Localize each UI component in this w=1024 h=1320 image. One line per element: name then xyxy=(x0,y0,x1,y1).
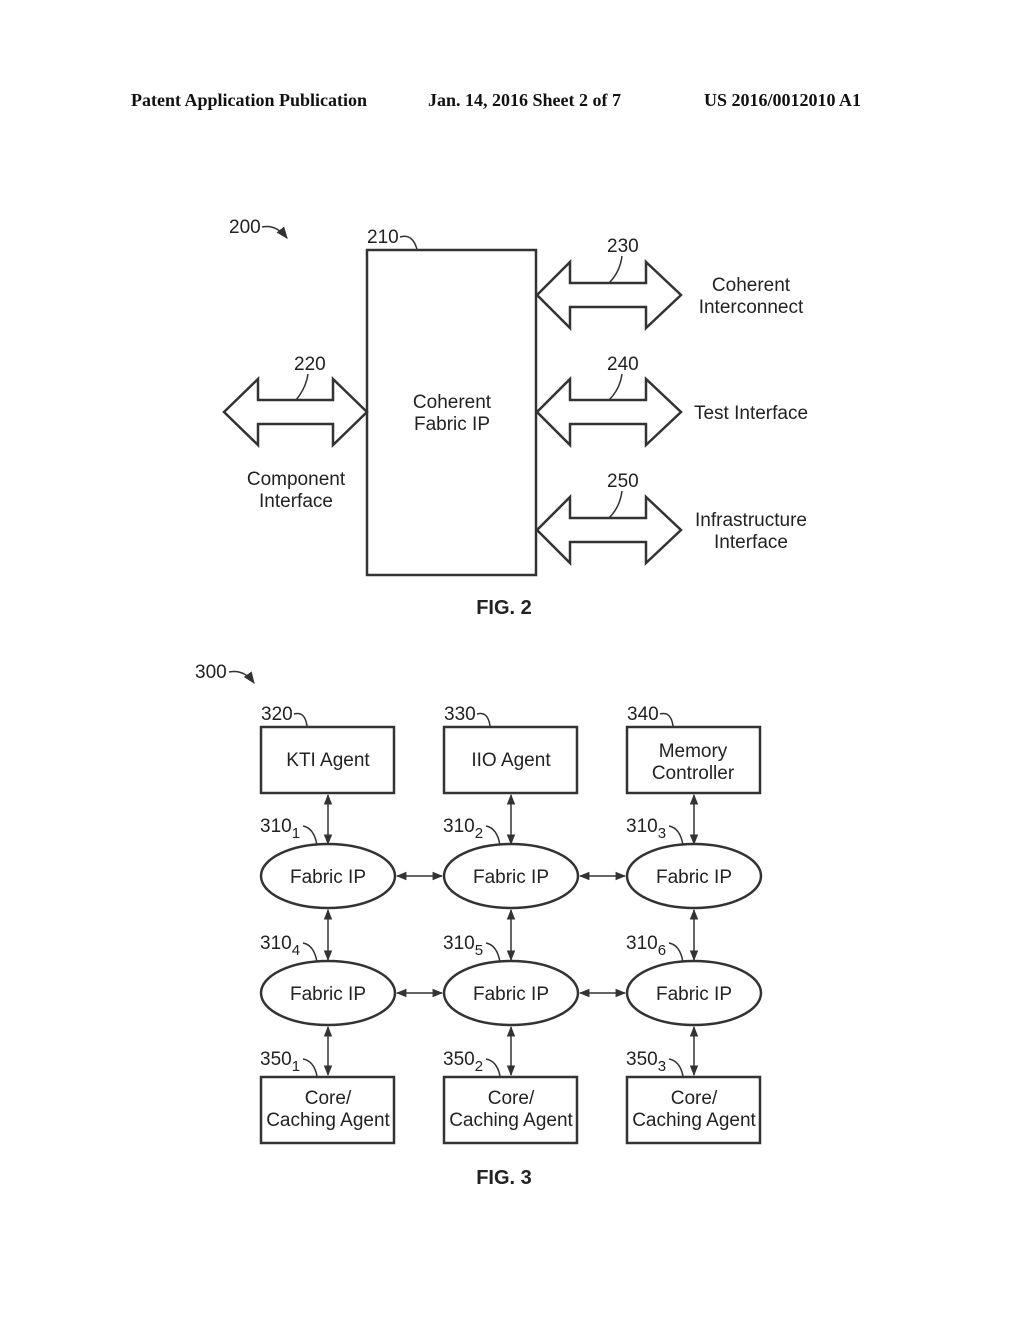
core-caching-agent-1-line1: Core/ xyxy=(305,1088,352,1109)
ref-310-4-base: 310 xyxy=(260,933,292,954)
ref-330-leader xyxy=(476,712,491,727)
test-interface-label: Test Interface xyxy=(694,403,808,424)
fig2: 200 210 Coherent Fabric IP 220 Component… xyxy=(222,217,808,619)
ref-350-1-sub: 1 xyxy=(292,1058,300,1075)
ref-240-leader xyxy=(608,373,623,401)
fig2-caption: FIG. 2 xyxy=(476,597,532,619)
fig2-ref-arrow xyxy=(261,225,288,239)
ref-350-3-leader xyxy=(668,1058,684,1077)
ref-340: 340 xyxy=(627,704,659,725)
memory-controller-line2: Controller xyxy=(652,763,735,784)
core-caching-agent-2-line1: Core/ xyxy=(488,1088,535,1109)
fig3-ref-label: 300 xyxy=(195,662,227,683)
ref-310-4-sub: 4 xyxy=(292,942,300,959)
fig3: 300 320 KTI Agent 330 IIO Agent 340 Memo… xyxy=(195,662,763,1189)
block-label-line2: Fabric IP xyxy=(414,414,490,435)
block-label-line1: Coherent xyxy=(413,392,492,413)
component-interface-line1: Component xyxy=(247,469,346,490)
ref-310-6: 3106 xyxy=(626,933,666,959)
kti-agent-label: KTI Agent xyxy=(286,750,370,771)
fig3-caption: FIG. 3 xyxy=(476,1167,532,1189)
ref-350-2: 3502 xyxy=(443,1049,483,1075)
ref-310-6-leader xyxy=(668,942,684,963)
ref-310-1-base: 310 xyxy=(260,816,292,837)
ref-320: 320 xyxy=(261,704,293,725)
ref-350-1-leader xyxy=(302,1058,318,1077)
ref-310-5: 3105 xyxy=(443,933,483,959)
ref-310-5-sub: 5 xyxy=(475,942,483,959)
test-interface-arrow xyxy=(535,375,683,449)
ref-230-leader xyxy=(608,255,623,284)
core-caching-agent-1-line2: Caching Agent xyxy=(266,1110,390,1131)
core-caching-agent-3-line1: Core/ xyxy=(671,1088,718,1109)
ref-310-2-leader xyxy=(485,825,501,846)
ref-310-3-base: 310 xyxy=(626,816,658,837)
ref-310-1-sub: 1 xyxy=(292,825,300,842)
ref-310-4-leader xyxy=(302,942,318,963)
ref-350-3-base: 350 xyxy=(626,1049,658,1070)
ref-220: 220 xyxy=(294,354,326,375)
infrastructure-interface-arrow xyxy=(535,493,683,567)
ref-350-1-base: 350 xyxy=(260,1049,292,1070)
fabric-ip-label-6: Fabric IP xyxy=(656,984,732,1005)
ref-350-2-leader xyxy=(485,1058,501,1077)
coherent-interconnect-arrow xyxy=(535,258,683,332)
ref-350-3-sub: 3 xyxy=(658,1058,666,1075)
component-interface-line2: Interface xyxy=(259,491,333,512)
iio-agent-label: IIO Agent xyxy=(471,750,551,771)
ref-350-2-sub: 2 xyxy=(475,1058,483,1075)
ref-250-leader xyxy=(608,490,623,519)
core-caching-agent-3-line2: Caching Agent xyxy=(632,1110,756,1131)
ref-310-3: 3103 xyxy=(626,816,666,842)
ref-310-6-sub: 6 xyxy=(658,942,666,959)
coherent-interconnect-line2: Interconnect xyxy=(699,297,804,318)
memory-controller-line1: Memory xyxy=(659,741,728,762)
fabric-ip-label-1: Fabric IP xyxy=(290,867,366,888)
ref-250: 250 xyxy=(607,471,639,492)
fig2-ref-label: 200 xyxy=(229,217,261,238)
core-caching-agent-2-line2: Caching Agent xyxy=(449,1110,573,1131)
fabric-ip-label-3: Fabric IP xyxy=(656,867,732,888)
ref-310-3-sub: 3 xyxy=(658,825,666,842)
infrastructure-interface-line1: Infrastructure xyxy=(695,510,807,531)
ref-230: 230 xyxy=(607,236,639,257)
ref-310-1-leader xyxy=(302,825,318,846)
ref-310-6-base: 310 xyxy=(626,933,658,954)
coherent-interconnect-line1: Coherent xyxy=(712,275,791,296)
ref-220-leader xyxy=(295,373,309,401)
ref-340-leader xyxy=(659,712,674,727)
ref-350-3: 3503 xyxy=(626,1049,666,1075)
ref-350-1: 3501 xyxy=(260,1049,300,1075)
block-ref-leader xyxy=(399,235,418,250)
ref-310-4: 3104 xyxy=(260,933,300,959)
ref-310-5-base: 310 xyxy=(443,933,475,954)
ref-310-2-base: 310 xyxy=(443,816,475,837)
ref-310-5-leader xyxy=(485,942,501,963)
ref-310-2: 3102 xyxy=(443,816,483,842)
ref-350-2-base: 350 xyxy=(443,1049,475,1070)
fig3-ref-arrow xyxy=(228,670,255,684)
infrastructure-interface-line2: Interface xyxy=(714,532,788,553)
ref-310-2-sub: 2 xyxy=(475,825,483,842)
fabric-ip-label-5: Fabric IP xyxy=(473,984,549,1005)
fabric-ip-label-2: Fabric IP xyxy=(473,867,549,888)
patent-drawing: 200 210 Coherent Fabric IP 220 Component… xyxy=(195,217,808,1189)
ref-240: 240 xyxy=(607,354,639,375)
ref-310-3-leader xyxy=(668,825,684,846)
ref-310-1: 3101 xyxy=(260,816,300,842)
fabric-ip-label-4: Fabric IP xyxy=(290,984,366,1005)
component-interface-arrow xyxy=(222,376,369,448)
ref-320-leader xyxy=(293,712,308,727)
block-ref-210: 210 xyxy=(367,227,399,248)
ref-330: 330 xyxy=(444,704,476,725)
